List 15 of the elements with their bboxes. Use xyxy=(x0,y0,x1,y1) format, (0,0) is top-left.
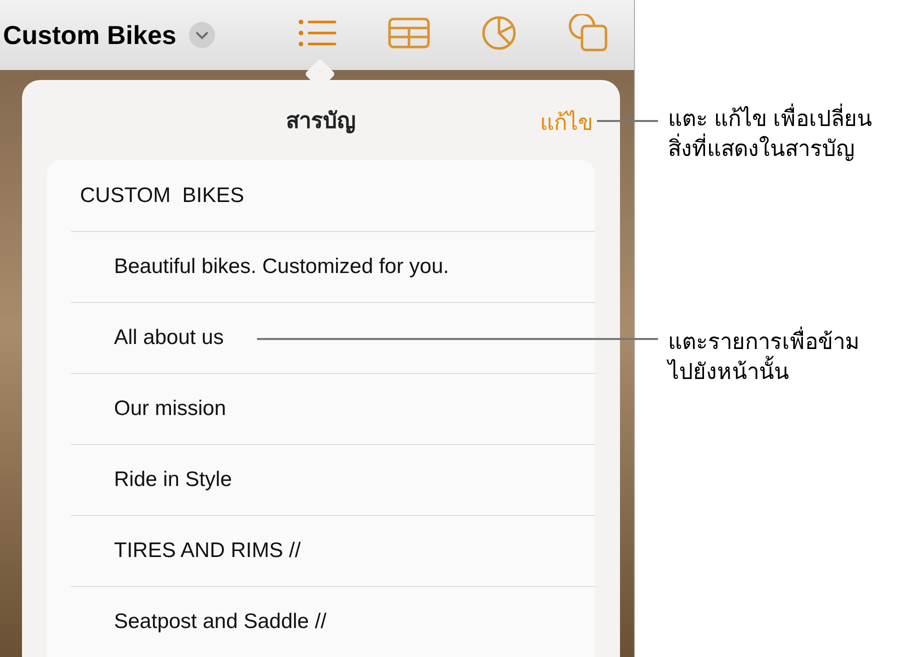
contents-entry[interactable]: TIRES AND RIMS // xyxy=(114,535,301,567)
callout-text: แตะ แก้ไข เพื่อเปลี่ยน สิ่งที่แสดงในสารบัญ xyxy=(668,104,872,164)
contents-heading[interactable]: CUSTOM BIKES xyxy=(80,180,244,212)
contents-entry[interactable]: Beautiful bikes. Customized for you. xyxy=(114,251,449,283)
contents-entry[interactable]: Ride in Style xyxy=(114,464,232,496)
leader-line xyxy=(597,120,658,122)
pie-chart-icon[interactable] xyxy=(481,14,517,52)
popover-title: สารบัญ xyxy=(286,106,356,136)
callout-text: แตะรายการเพื่อข้าม ไปยังหน้านั้น xyxy=(668,327,872,387)
shapes-icon[interactable] xyxy=(568,14,608,52)
chevron-down-icon[interactable] xyxy=(189,22,216,48)
document-title: Custom Bikes xyxy=(3,18,176,52)
contents-entry[interactable]: All about us xyxy=(114,322,224,354)
contents-entry[interactable]: Our mission xyxy=(114,393,226,425)
contents-entry[interactable]: Seatpost and Saddle // xyxy=(114,606,326,638)
